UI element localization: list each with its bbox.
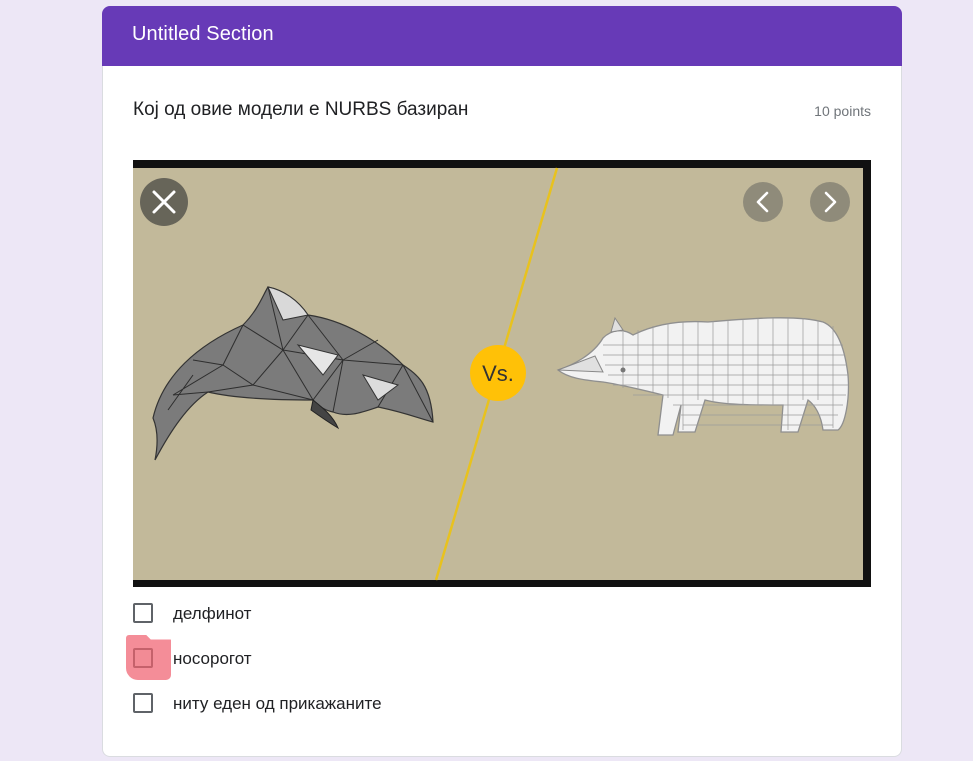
image-canvas: Vs.: [133, 160, 871, 587]
vs-badge: Vs.: [470, 345, 526, 401]
option-rhino[interactable]: носорогот: [126, 635, 833, 691]
checkbox[interactable]: [133, 603, 153, 623]
option-label: ниту еден од прикажаните: [173, 694, 382, 713]
vs-label: Vs.: [482, 361, 514, 386]
option-none[interactable]: ниту еден од прикажаните: [133, 691, 833, 736]
option-dolphin[interactable]: делфинот: [133, 601, 833, 646]
checkbox[interactable]: [133, 648, 153, 668]
form-page: Untitled Section Кој од овие модели е NU…: [0, 0, 973, 761]
chevron-left-icon[interactable]: [743, 182, 783, 222]
question-title: Кој од овие модели е NURBS базиран: [133, 99, 469, 120]
chevron-right-icon[interactable]: [810, 182, 850, 222]
option-label: делфинот: [173, 604, 252, 623]
question-points: 10 points: [814, 103, 871, 119]
close-icon[interactable]: [140, 178, 188, 226]
question-card: Кој од овие модели е NURBS базиран 10 po…: [102, 66, 902, 757]
section-title: Untitled Section: [132, 23, 274, 45]
section-header: Untitled Section: [102, 6, 902, 66]
question-image: Vs.: [133, 160, 871, 587]
answer-options: делфинот носорогот ниту еден од прикажан…: [126, 601, 833, 736]
option-label: носорогот: [173, 649, 252, 668]
checkbox[interactable]: [133, 693, 153, 713]
